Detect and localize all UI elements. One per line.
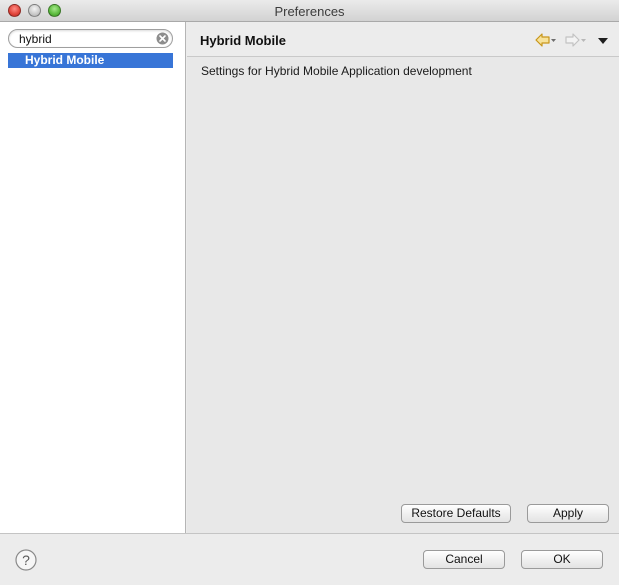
- tree-item-hybrid-mobile[interactable]: Hybrid Mobile: [8, 53, 173, 68]
- page-header: Hybrid Mobile: [187, 22, 619, 57]
- view-menu-icon[interactable]: [596, 32, 610, 48]
- filter-input[interactable]: [19, 31, 151, 46]
- help-icon[interactable]: ?: [15, 549, 37, 571]
- filter-field[interactable]: [8, 29, 173, 48]
- preference-tree-panel: Hybrid Mobile: [0, 22, 186, 533]
- page-description: Settings for Hybrid Mobile Application d…: [201, 64, 472, 78]
- preference-page: Hybrid Mobile Settings for Hybrid Mobile…: [187, 22, 619, 533]
- ok-button[interactable]: OK: [521, 550, 603, 569]
- title-bar[interactable]: Preferences: [0, 0, 619, 22]
- back-arrow-icon[interactable]: [535, 32, 557, 48]
- apply-button[interactable]: Apply: [527, 504, 609, 523]
- window-title: Preferences: [274, 4, 345, 19]
- cancel-button[interactable]: Cancel: [423, 550, 505, 569]
- restore-defaults-button[interactable]: Restore Defaults: [401, 504, 511, 523]
- preferences-window: Preferences Hybrid Mobile Hybrid Mobile: [0, 0, 619, 585]
- page-title: Hybrid Mobile: [200, 33, 286, 48]
- clear-search-icon[interactable]: [156, 32, 169, 45]
- svg-text:?: ?: [22, 552, 30, 568]
- forward-arrow-icon[interactable]: [565, 32, 587, 48]
- dialog-button-bar: ? Cancel OK: [0, 533, 619, 585]
